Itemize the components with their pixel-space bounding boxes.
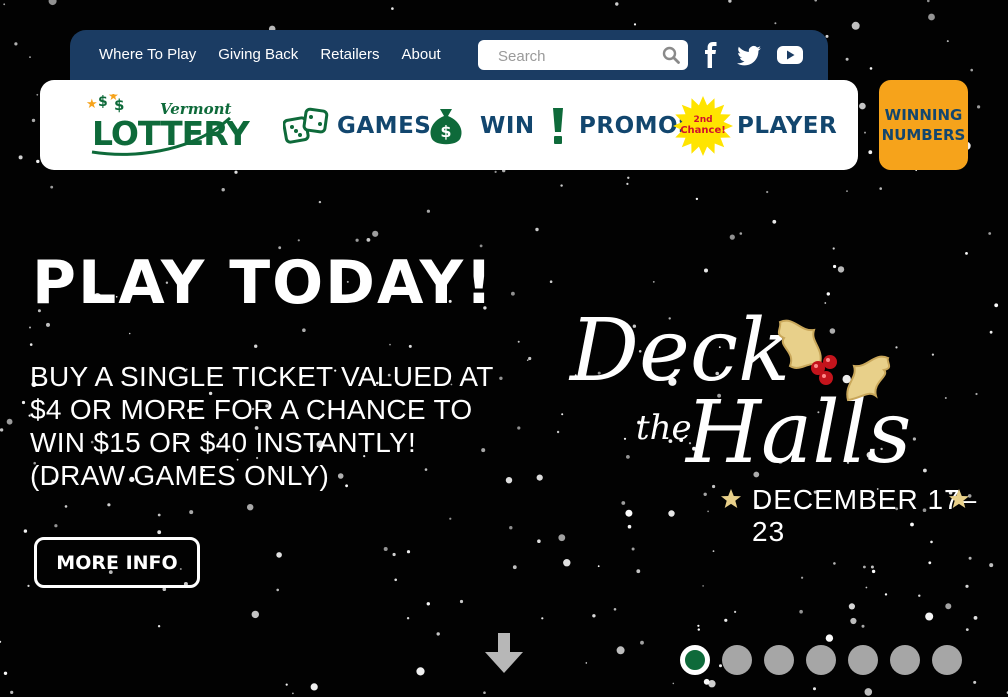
money-bag-icon: $ [430,109,462,145]
link-about[interactable]: About [402,46,441,63]
promo-word-the: the [636,408,692,448]
link-retailers[interactable]: Retailers [320,46,379,63]
vermont-lottery-logo[interactable]: ★ $ ★ $ Vermont LOTTERY [80,94,250,158]
svg-text:$: $ [98,94,108,110]
nav-player-label: PLAYER [737,113,838,139]
carousel-dot[interactable] [932,645,962,675]
scroll-down-arrow-icon[interactable] [484,632,524,674]
hero-title: PLAY TODAY! [32,248,495,318]
more-info-button[interactable]: MORE INFO [34,537,200,588]
nav-player[interactable]: 2nd Chance! PLAYER [672,94,837,158]
winning-numbers-line1: WINNING [884,106,963,124]
twitter-icon[interactable] [736,42,762,68]
carousel-dot[interactable] [806,645,836,675]
dice-icon [283,107,329,144]
logo-main-text: LOTTERY [92,114,250,153]
carousel-dots [680,645,962,675]
second-chance-badge-line2: Chance! [680,125,726,136]
carousel-dot[interactable] [764,645,794,675]
second-chance-burst-icon: 2nd Chance! [673,96,733,156]
gold-star-icon [949,489,969,508]
carousel-dot[interactable] [680,645,710,675]
utility-links: Where To Play Giving Back Retailers Abou… [99,46,441,63]
youtube-icon[interactable] [776,42,804,68]
carousel-dot[interactable] [890,645,920,675]
nav-win-label: WIN [480,113,535,139]
search-icon[interactable] [662,46,680,64]
holly-icon [777,319,891,402]
link-giving-back[interactable]: Giving Back [218,46,298,63]
nav-games-label: GAMES [337,113,432,139]
svg-text:$: $ [114,96,124,114]
hero-body: BUY A SINGLE TICKET VALUED AT $4 OR MORE… [30,361,494,491]
carousel-dot[interactable] [722,645,752,675]
nav-win[interactable]: $ WIN [426,104,535,148]
link-where-to-play[interactable]: Where To Play [99,46,196,63]
svg-text:$: $ [440,122,451,141]
carousel-dot[interactable] [848,645,878,675]
svg-text:★: ★ [86,97,98,112]
winning-numbers-button[interactable]: WINNING NUMBERS [879,80,968,170]
exclamation-icon [553,108,563,144]
second-chance-badge-line1: 2nd [693,115,712,125]
facebook-icon[interactable] [698,42,724,68]
gold-star-icon [721,489,741,508]
search-input[interactable] [496,40,658,72]
nav-games[interactable]: GAMES [283,104,431,148]
search-box [478,40,688,72]
winning-numbers-line2: NUMBERS [881,126,966,144]
main-nav: ★ $ ★ $ Vermont LOTTERY GAMES $ WIN PROM… [40,80,858,170]
